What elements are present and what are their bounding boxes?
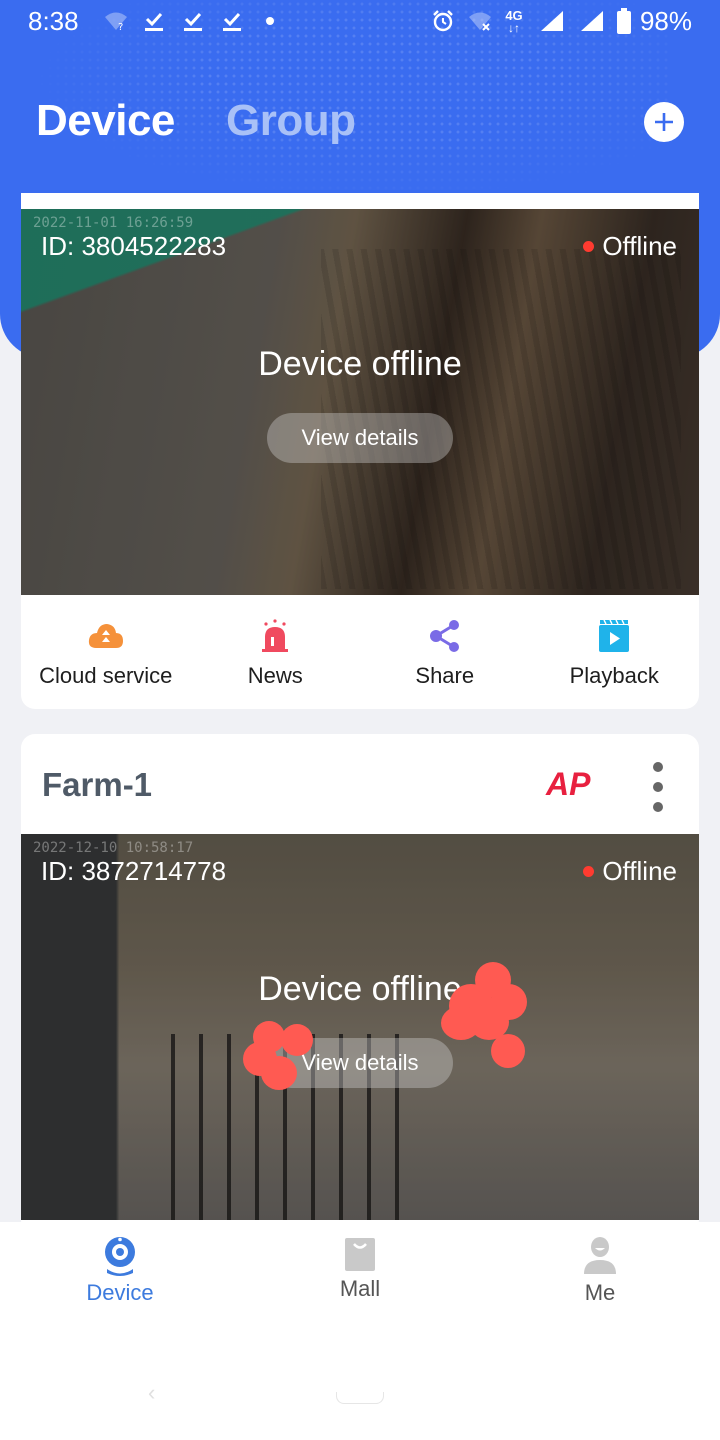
device-card: Farm-1 AP 2022-12-10 10:58:17 ID: 387271…	[21, 734, 699, 1234]
add-device-button[interactable]	[644, 102, 684, 142]
cloud-service-button[interactable]: Cloud service	[21, 595, 191, 709]
camera-preview[interactable]: 2022-11-01 16:26:59 ID: 3804522283 Offli…	[21, 209, 699, 595]
device-offline-title: Device offline	[258, 970, 462, 1008]
share-icon	[426, 617, 464, 655]
nav-me-label: Me	[584, 1280, 616, 1305]
camera-preview[interactable]: 2022-12-10 10:58:17 ID: 3872714778 Offli…	[21, 834, 699, 1220]
device-card: 2022-11-01 16:26:59 ID: 3804522283 Offli…	[21, 193, 699, 709]
offline-dot-icon	[583, 241, 595, 252]
device-actions: Cloud service News Share Playback	[21, 595, 699, 709]
view-details-button[interactable]: View details	[267, 413, 453, 463]
device-id: ID: 3872714778	[41, 856, 227, 886]
battery-percent: 98%	[639, 6, 692, 36]
redaction-mark	[281, 1024, 313, 1056]
playback-label: Playback	[569, 663, 659, 688]
shopping-bag-icon	[345, 1238, 375, 1271]
redaction-mark	[491, 1034, 525, 1068]
alarm-siren-icon	[256, 617, 294, 655]
status-badge: Offline	[583, 231, 677, 262]
data-arrows: ↓↑	[508, 20, 520, 35]
snapshot-timestamp: 2022-12-10 10:58:17	[33, 840, 194, 856]
news-label: News	[247, 663, 303, 688]
nav-device[interactable]: Device	[0, 1222, 240, 1322]
svg-text:?: ?	[118, 22, 123, 32]
bottom-navigation: Device Mall Me	[0, 1222, 720, 1322]
more-dot	[653, 782, 663, 792]
check-download-icon	[181, 8, 205, 34]
share-label: Share	[415, 663, 475, 688]
nav-device-label: Device	[86, 1280, 154, 1305]
tab-device[interactable]: Device	[36, 96, 175, 146]
snapshot-dim-overlay	[21, 834, 699, 1220]
camera-icon	[105, 1237, 135, 1276]
dot-notification-icon	[264, 8, 276, 34]
system-back-button[interactable]: ‹	[148, 1380, 155, 1406]
wifi-question-icon: ?	[102, 8, 130, 34]
tab-group[interactable]: Group	[226, 96, 356, 146]
plus-icon	[655, 113, 673, 131]
news-button[interactable]: News	[191, 595, 361, 709]
status-text: Offline	[602, 231, 677, 261]
more-dot	[653, 762, 663, 772]
offline-dot-icon	[583, 866, 595, 877]
redaction-mark	[261, 1056, 297, 1090]
device-name: Farm-1	[42, 766, 153, 803]
status-badge: Offline	[583, 856, 677, 887]
share-button[interactable]: Share	[360, 595, 530, 709]
system-home-button[interactable]	[336, 1392, 384, 1404]
snapshot-timestamp: 2022-11-01 16:26:59	[33, 215, 194, 231]
cloud-service-label: Cloud service	[39, 663, 173, 688]
person-icon	[584, 1237, 616, 1274]
system-navigation-bar	[0, 1322, 720, 1440]
battery-icon	[615, 8, 633, 34]
nav-me[interactable]: Me	[480, 1222, 720, 1322]
status-time: 8:38	[28, 6, 79, 36]
device-offline-title: Device offline	[258, 345, 462, 383]
playback-button[interactable]: Playback	[530, 595, 700, 709]
more-options-button[interactable]	[643, 760, 673, 814]
signal-icon	[578, 8, 606, 34]
wifi-off-icon	[466, 8, 494, 34]
status-text: Offline	[602, 856, 677, 886]
signal-icon	[538, 8, 566, 34]
check-download-icon	[220, 8, 244, 34]
snapshot-dim-overlay	[21, 209, 699, 595]
ap-mode-badge: AP	[546, 766, 591, 802]
video-playback-icon	[595, 617, 633, 655]
nav-mall[interactable]: Mall	[240, 1222, 480, 1322]
alarm-icon	[430, 8, 456, 34]
status-bar: 8:38 ? 4G ↓↑ 98%	[0, 0, 720, 44]
cloud-upload-icon	[87, 617, 125, 655]
nav-mall-label: Mall	[339, 1276, 381, 1301]
4g-data-icon: 4G ↓↑	[500, 8, 528, 34]
more-dot	[653, 802, 663, 812]
network-type-label: 4G	[505, 7, 523, 23]
device-id: ID: 3804522283	[41, 231, 227, 261]
check-download-icon	[142, 8, 166, 34]
